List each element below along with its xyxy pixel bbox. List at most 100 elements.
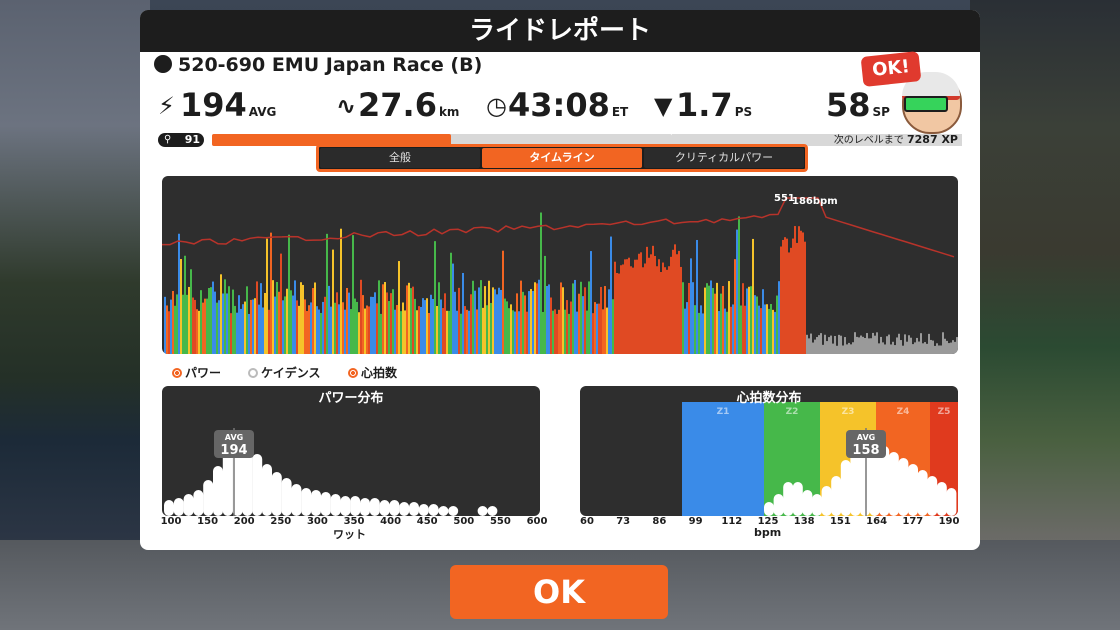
power-axis-tick: 550 [489, 516, 511, 527]
power-axis-tick: 400 [380, 516, 402, 527]
timeline-svg: 551186bpm [162, 193, 958, 354]
timeline-bar [444, 293, 446, 354]
timeline-cadence-bar [852, 342, 854, 354]
power-axis-tick: 600 [526, 516, 548, 527]
timeline-bar [512, 310, 514, 354]
timeline-bar [296, 300, 298, 354]
timeline-bar [636, 259, 638, 354]
timeline-bar [580, 281, 582, 354]
histogram-bar [203, 480, 214, 516]
timeline-bar [478, 287, 480, 354]
hr-zone-label: Z4 [897, 407, 910, 417]
timeline-cadence-bar [948, 343, 950, 354]
timeline-bar [692, 282, 694, 354]
histogram-bar [428, 504, 439, 516]
timeline-bar [428, 312, 430, 354]
histogram-bar [792, 482, 803, 516]
histogram-bar [399, 502, 410, 516]
histogram-bar [222, 452, 233, 516]
timeline-bar [290, 290, 292, 354]
route-icon: ∿ [336, 92, 357, 120]
timeline-bar [620, 265, 622, 354]
timeline-bar [680, 266, 682, 354]
avg-marker-label: AVG [857, 433, 875, 442]
ride-report-panel: ライドレポート 520-690 EMU Japan Race (B) ⚡ 194 A… [140, 10, 980, 550]
timeline-bar [238, 295, 240, 354]
timeline-bar [324, 296, 326, 354]
timeline-bar [372, 296, 374, 354]
avg-marker-value: 158 [852, 443, 879, 458]
tab-critical-power[interactable]: クリティカルパワー [644, 148, 804, 168]
timeline-cadence-bar [922, 343, 924, 354]
legend-heart-rate[interactable]: 心拍数 [348, 364, 397, 381]
timeline-bar [754, 295, 756, 354]
timeline-cadence-bar [938, 345, 940, 354]
timeline-bar [738, 216, 740, 354]
timeline-bar [260, 283, 262, 354]
timeline-bar [466, 309, 468, 354]
timeline-cadence-bar [946, 340, 948, 354]
timeline-bar [526, 311, 528, 354]
timeline-bar [700, 305, 702, 354]
timeline-bar [592, 313, 594, 354]
timeline-bar [338, 304, 340, 354]
hr-axis-tick: 190 [938, 516, 960, 527]
timeline-bar [776, 295, 778, 354]
timeline-bar [492, 287, 494, 354]
timeline-bar [456, 310, 458, 354]
timeline-cadence-bar [910, 337, 912, 354]
timeline-bar [676, 254, 678, 354]
timeline-bar [798, 226, 800, 354]
timeline-bar [218, 300, 220, 354]
timeline-bar [298, 305, 300, 354]
timeline-cadence-bar [932, 340, 934, 354]
timeline-bar [210, 287, 212, 354]
legend-label: パワー [185, 366, 222, 380]
timeline-bar [408, 282, 410, 354]
timeline-bar [342, 302, 344, 354]
legend-cadence-toggle[interactable] [248, 368, 258, 378]
hr-axis-tick: 138 [793, 516, 815, 527]
timeline-bar [390, 293, 392, 354]
timeline-cadence-bar [824, 334, 826, 354]
timeline-bar [262, 307, 264, 354]
timeline-bar [730, 306, 732, 354]
legend-power-toggle[interactable] [172, 368, 182, 378]
timeline-bar [506, 301, 508, 354]
timeline-bar [414, 298, 416, 354]
timeline-bar [356, 301, 358, 354]
legend-heart-rate-toggle[interactable] [348, 368, 358, 378]
histogram-bar [350, 496, 361, 516]
timeline-cadence-bar [924, 342, 926, 354]
power-axis-tick: 150 [197, 516, 219, 527]
timeline-bar [528, 291, 530, 354]
histogram-bar [213, 466, 223, 516]
tab-timeline[interactable]: タイムライン [482, 148, 642, 168]
timeline-cadence-bar [810, 333, 812, 354]
hr-axis-tick: 60 [580, 516, 594, 527]
timeline-bar [460, 313, 462, 354]
timeline-cadence-bar [884, 344, 886, 354]
power-axis-tick: 100 [160, 516, 182, 527]
legend-cadence[interactable]: ケイデンス [248, 364, 321, 381]
timeline-bar [508, 308, 510, 354]
tab-overview[interactable]: 全般 [320, 148, 480, 168]
ok-button[interactable]: OK [450, 565, 668, 619]
timeline-cadence-bar [904, 334, 906, 354]
timeline-bar [510, 304, 512, 354]
timeline-bar [404, 310, 406, 354]
timeline-bar [764, 304, 766, 354]
timeline-cadence-bar [814, 339, 816, 354]
timeline-cadence-bar [882, 342, 884, 354]
legend-power[interactable]: パワー [172, 364, 221, 381]
timeline-bar [598, 303, 600, 354]
timeline-bar [688, 282, 690, 354]
timeline-bar [232, 289, 234, 354]
timeline-bar [312, 288, 314, 354]
timeline-cadence-bar [890, 344, 892, 354]
timeline-bar [228, 286, 230, 354]
timeline-cadence-bar [874, 335, 876, 354]
timeline-cadence-bar [806, 334, 808, 354]
timeline-cadence-bar [942, 332, 944, 354]
timeline-bar [256, 281, 258, 354]
